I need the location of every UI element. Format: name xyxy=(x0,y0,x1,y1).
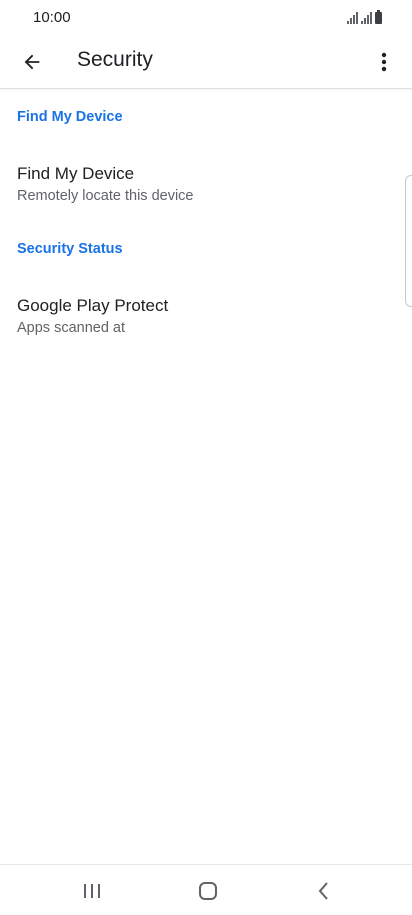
more-options-button[interactable] xyxy=(364,42,404,82)
home-icon xyxy=(199,882,217,900)
signal-icon xyxy=(347,12,358,24)
recents-button[interactable] xyxy=(68,873,116,909)
back-icon xyxy=(318,882,328,900)
navigation-bar xyxy=(0,864,412,915)
pref-find-my-device[interactable]: Find My Device Remotely locate this devi… xyxy=(0,164,400,228)
recents-icon xyxy=(84,884,100,898)
edge-panel-handle[interactable] xyxy=(405,175,412,307)
screen: 10:00 Security Find My Device Find My De… xyxy=(0,0,412,915)
nav-back-button[interactable] xyxy=(300,873,348,909)
page-title: Security xyxy=(77,48,153,71)
arrow-back-icon xyxy=(24,54,40,70)
pref-title: Google Play Protect xyxy=(17,296,169,315)
status-icons xyxy=(347,10,382,24)
status-time: 10:00 xyxy=(33,9,71,26)
pref-google-play-protect[interactable]: Google Play Protect Apps scanned at xyxy=(0,296,400,360)
more-vert-icon xyxy=(381,52,387,72)
section-header-find-my-device: Find My Device xyxy=(17,109,123,125)
signal-icon xyxy=(361,12,372,24)
back-button[interactable] xyxy=(12,42,52,82)
pref-summary: Remotely locate this device xyxy=(17,188,194,204)
status-bar: 10:00 xyxy=(0,0,412,36)
app-bar: Security xyxy=(0,36,412,89)
home-button[interactable] xyxy=(184,873,232,909)
pref-title: Find My Device xyxy=(17,164,135,183)
section-header-security-status: Security Status xyxy=(17,241,123,257)
battery-icon xyxy=(375,10,382,24)
pref-summary: Apps scanned at xyxy=(17,320,126,336)
